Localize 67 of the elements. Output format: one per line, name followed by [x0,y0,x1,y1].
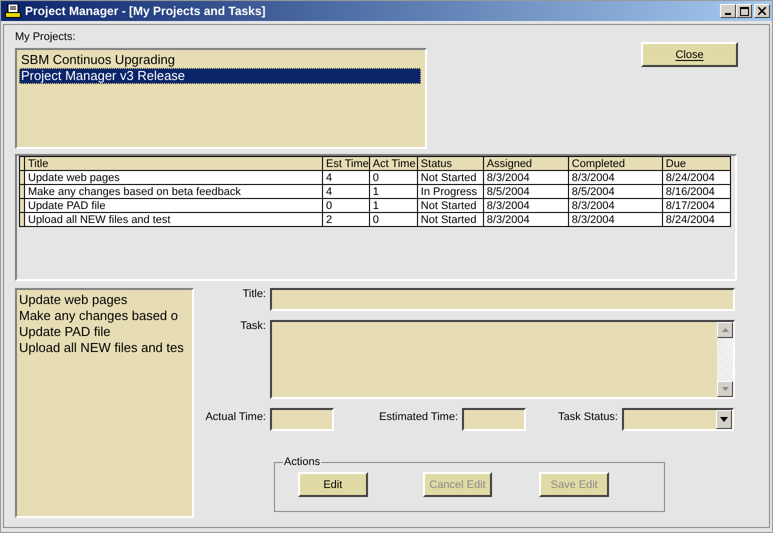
up-arrow-icon [722,328,728,332]
table-cell: 8/3/2004 [568,198,662,212]
actual-time-label: Actual Time: [204,411,267,424]
scrollbar[interactable] [717,322,733,397]
task-item[interactable]: Update web pages [19,292,192,308]
estimated-time-field[interactable] [462,408,526,431]
task-item[interactable]: Upload all NEW files and tes [19,340,192,356]
task-field[interactable] [270,320,735,399]
table-cell: 2 [322,212,370,226]
minimize-button[interactable] [720,4,736,18]
table-cell: 0 [369,212,418,226]
table-cell: 8/24/2004 [662,212,730,226]
table-cell: In Progress [417,184,484,198]
title-field[interactable] [270,288,735,311]
table-cell: Update PAD file [24,198,322,212]
table-cell: 8/5/2004 [483,184,568,198]
projects-list[interactable]: SBM Continuos Upgrading Project Manager v3 Release [15,48,427,149]
table-cell: Not Started [417,170,484,184]
dropdown-arrow-icon [720,417,728,422]
close-icon [758,7,766,15]
table-cell: Not Started [417,212,484,226]
task-status-dropdown[interactable] [622,408,734,431]
action-button[interactable]: Edit [298,472,368,497]
task-label: Task: [239,320,267,333]
table-cell: 4 [322,170,370,184]
column-header[interactable]: Act Time [369,156,418,170]
projects-label: My Projects: [15,31,77,45]
task-status-label: Task Status: [557,411,619,424]
maximize-icon [740,6,748,16]
close-button[interactable] [754,4,770,18]
column-header[interactable]: Est Time [322,156,370,170]
table-cell: Update web pages [24,170,322,184]
task-item[interactable]: Make any changes based o [19,308,192,324]
table-cell: 8/17/2004 [662,198,730,212]
table-cell: 0 [369,170,418,184]
project-item[interactable]: SBM Continuos Upgrading [19,52,421,68]
table-cell: 8/3/2004 [568,170,662,184]
table-cell: 4 [322,184,370,198]
window-title: Project Manager - [My Projects and Tasks] [25,4,267,18]
table-cell: Not Started [417,198,484,212]
estimated-time-label: Estimated Time: [378,411,459,424]
column-header[interactable]: Title [24,156,322,170]
task-list[interactable]: Update web pages Make any changes based o Update PAD file Upload all NEW files and tes [15,288,194,518]
title-label: Title: [242,288,267,301]
close-button[interactable]: Close [641,42,738,67]
app-icon [5,4,21,18]
table-cell: Upload all NEW files and test [24,212,322,226]
table-cell: 0 [322,198,370,212]
table-cell: 8/5/2004 [568,184,662,198]
column-header[interactable]: Completed [568,156,662,170]
task-item[interactable]: Update PAD file [19,324,192,340]
table-cell: 1 [369,184,418,198]
table-cell: 8/24/2004 [662,170,730,184]
table-cell: Make any changes based on beta feedback [24,184,322,198]
down-arrow-icon [722,387,728,391]
table-cell: 8/3/2004 [568,212,662,226]
table-cell: 1 [369,198,418,212]
table-cell: 8/3/2004 [483,170,568,184]
maximize-button[interactable] [736,4,752,18]
actual-time-field[interactable] [270,408,334,431]
table-cell: 8/16/2004 [662,184,730,198]
column-header[interactable]: Status [417,156,484,170]
table-cell: 8/3/2004 [483,198,568,212]
project-item[interactable]: Project Manager v3 Release [19,68,421,84]
column-header[interactable]: Assigned [483,156,568,170]
column-header[interactable]: Due [662,156,730,170]
table-cell: 8/3/2004 [483,212,568,226]
